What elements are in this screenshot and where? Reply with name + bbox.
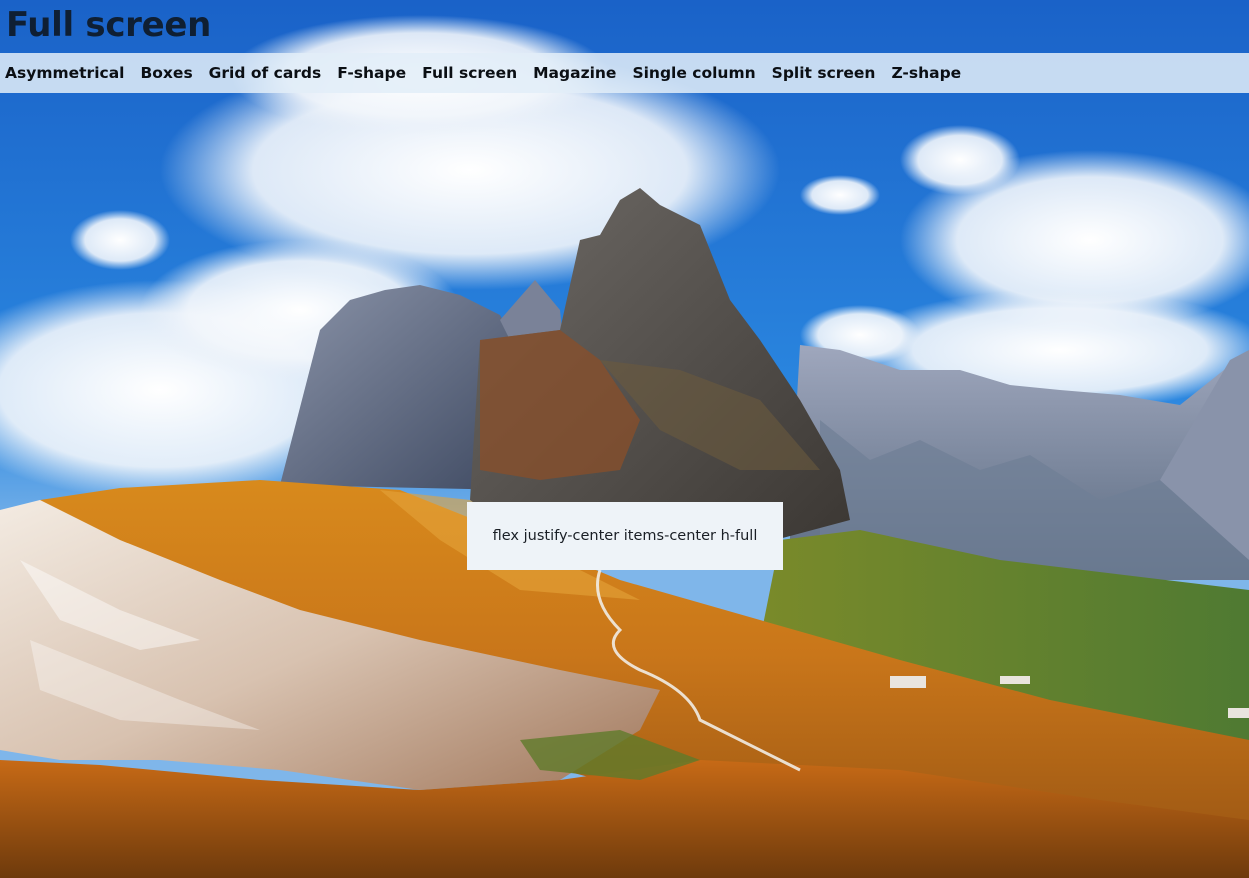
nav-item-boxes[interactable]: Boxes [140,64,192,82]
nav-item-z-shape[interactable]: Z-shape [891,64,961,82]
nav-item-grid-of-cards[interactable]: Grid of cards [209,64,322,82]
top-nav: Asymmetrical Boxes Grid of cards F-shape… [0,53,1249,93]
centered-content-text: flex justify-center items-center h-full [492,528,758,544]
nav-item-single-column[interactable]: Single column [632,64,755,82]
background-mountain-image [0,0,1249,878]
nav-item-asymmetrical[interactable]: Asymmetrical [5,64,124,82]
nav-item-full-screen[interactable]: Full screen [422,64,517,82]
full-screen-layout: Full screen Asymmetrical Boxes Grid of c… [0,0,1249,878]
nav-item-split-screen[interactable]: Split screen [772,64,876,82]
nav-item-magazine[interactable]: Magazine [533,64,616,82]
nav-item-f-shape[interactable]: F-shape [337,64,406,82]
centered-content-box: flex justify-center items-center h-full [467,502,783,570]
page-title: Full screen [6,5,212,45]
